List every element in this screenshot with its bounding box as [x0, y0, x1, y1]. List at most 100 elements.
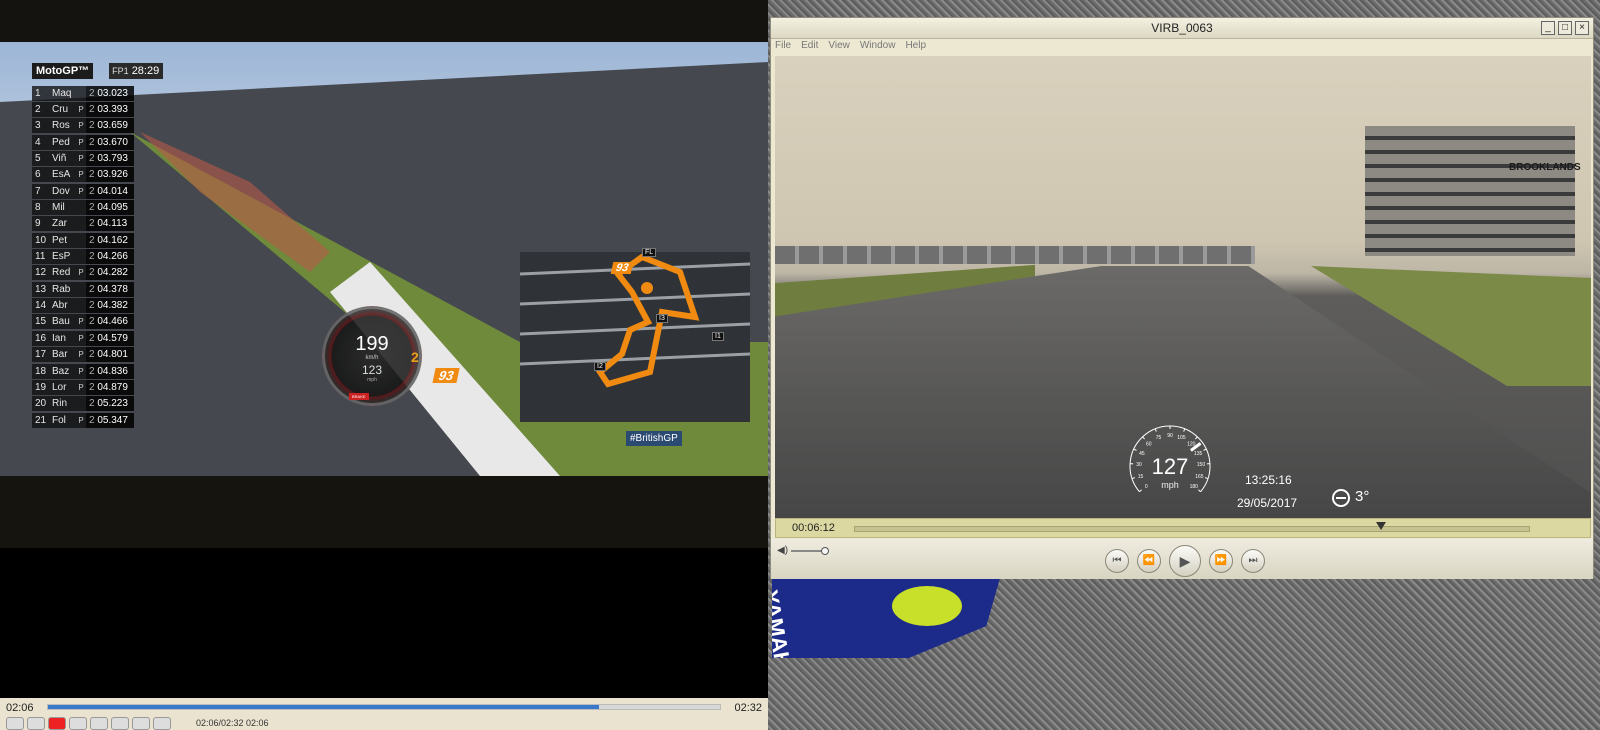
gauge-tick-label: 75 [1156, 435, 1162, 441]
menu-help[interactable]: Help [905, 40, 926, 56]
lap-time: 2 03.926 [86, 167, 134, 183]
rider-name: Bar [48, 347, 76, 363]
brake-indicator: BRAKE [349, 393, 369, 400]
motogp-broadcast-video[interactable]: MotoGP™ FP1 28:29 1 Maq 2 03.023 2 Cru P 2 03.… [0, 42, 768, 476]
title-bar[interactable]: VIRB_0063 _ □ × [771, 18, 1593, 39]
menu-window[interactable]: Window [860, 40, 896, 56]
lap-time: 2 04.014 [86, 183, 134, 199]
time-value: 04.266 [97, 251, 128, 263]
incline-value: 3° [1355, 488, 1370, 505]
pit-flag: P [76, 265, 86, 281]
time-value: 03.393 [97, 104, 128, 116]
rider-name: Maq [48, 85, 76, 101]
gauge-tick [1183, 428, 1186, 432]
speed-kmh-unit: km/h [365, 355, 379, 361]
gauge-tick-label: 60 [1146, 441, 1152, 447]
lap-number: 2 [89, 381, 95, 393]
lap-time: 2 03.023 [86, 85, 134, 101]
seek-bar-panel: 00:06:12 [775, 518, 1591, 538]
gauge-tick-label: 90 [1167, 433, 1173, 439]
position: 5 [32, 151, 48, 167]
standings-row: 9 Zar 2 04.113 [32, 216, 138, 232]
standings-row: 20 Rin 2 05.223 [32, 396, 138, 412]
seek-bar[interactable] [47, 704, 721, 710]
minimize-button[interactable]: _ [1541, 21, 1555, 35]
fullscreen-button[interactable] [90, 717, 108, 730]
lap-time: 2 04.836 [86, 363, 134, 379]
lap-time: 2 04.378 [86, 281, 134, 297]
skip-forward-button[interactable]: ⏭ [1241, 549, 1265, 573]
snapshot-button[interactable] [132, 717, 150, 730]
pit-flag [76, 85, 86, 101]
position: 4 [32, 134, 48, 150]
left-player-top-letterbox [0, 0, 768, 42]
time-value: 04.579 [97, 332, 128, 344]
close-button[interactable]: × [1575, 21, 1589, 35]
gauge-tick-label: 105 [1177, 435, 1186, 441]
next-frame-button[interactable] [27, 717, 45, 730]
onboard-video[interactable]: BROOKLANDS 0 15 30 45 60 75 90 105 120 135 150 165 1… [775, 56, 1591, 518]
gauge-tick [1133, 448, 1137, 451]
time-value: 04.879 [97, 381, 128, 393]
position: 9 [32, 216, 48, 232]
position: 16 [32, 330, 48, 346]
prev-frame-button[interactable] [6, 717, 24, 730]
lap-time: 2 03.393 [86, 102, 134, 118]
time-value: 04.113 [97, 218, 128, 230]
record-button[interactable] [48, 717, 66, 730]
lap-number: 2 [89, 153, 95, 165]
position: 12 [32, 265, 48, 281]
grandstand [775, 246, 1255, 264]
position: 21 [32, 412, 48, 428]
standings-row: 5 Viñ P 2 03.793 [32, 150, 138, 167]
lap-number: 2 [89, 120, 95, 132]
settings-button[interactable] [153, 717, 171, 730]
menu-view[interactable]: View [828, 40, 850, 56]
lap-time: 2 04.382 [86, 298, 134, 314]
seek-thumb[interactable] [1375, 522, 1386, 530]
volume-knob[interactable] [821, 547, 829, 555]
map-marker-i2: I2 [594, 362, 606, 371]
seek-bar-fill [48, 705, 600, 709]
rider-name: Ian [48, 330, 76, 346]
position: 7 [32, 183, 48, 199]
seek-track[interactable] [854, 522, 1530, 532]
pit-flag [76, 281, 86, 297]
volume-icon[interactable]: ◀) [777, 546, 789, 556]
lap-number: 2 [89, 349, 95, 361]
gauge-tick-label: 150 [1197, 462, 1206, 468]
lap-number: 2 [89, 136, 95, 148]
menu-file[interactable]: File [775, 40, 791, 56]
lap-number: 2 [89, 169, 95, 181]
rider-name: Zar [48, 216, 76, 232]
standings-row: 19 Lor P 2 04.879 [32, 379, 138, 395]
rider-name: Bau [48, 314, 76, 330]
rider-name: EsA [48, 167, 76, 183]
lap-time: 2 05.223 [86, 396, 134, 412]
speed-kmh: 199 [355, 333, 389, 355]
time-value: 04.282 [97, 267, 128, 279]
speed-unit: mph [1161, 480, 1179, 490]
lap-number: 2 [89, 104, 95, 116]
building-sign: BROOKLANDS [1509, 162, 1581, 173]
playlist-button[interactable] [111, 717, 129, 730]
pit-flag: P [76, 330, 86, 346]
loop-button[interactable] [69, 717, 87, 730]
time-value: 04.095 [97, 202, 128, 214]
current-time: 00:06:12 [792, 522, 835, 534]
time-value: 04.382 [97, 300, 128, 312]
position: 15 [32, 314, 48, 330]
pit-flag: P [76, 151, 86, 167]
menu-edit[interactable]: Edit [801, 40, 818, 56]
maximize-button[interactable]: □ [1558, 21, 1572, 35]
volume-slider[interactable] [791, 550, 825, 552]
play-button[interactable]: ▶ [1169, 545, 1201, 577]
lap-time: 2 04.266 [86, 249, 134, 265]
lap-number: 2 [89, 316, 95, 328]
rewind-button[interactable]: ⏪ [1137, 549, 1161, 573]
standings-row: 13 Rab 2 04.378 [32, 281, 138, 297]
fast-forward-button[interactable]: ⏩ [1209, 549, 1233, 573]
lap-number: 2 [89, 234, 95, 246]
map-marker-i1: I1 [712, 332, 724, 341]
skip-back-button[interactable]: ⏮ [1105, 549, 1129, 573]
